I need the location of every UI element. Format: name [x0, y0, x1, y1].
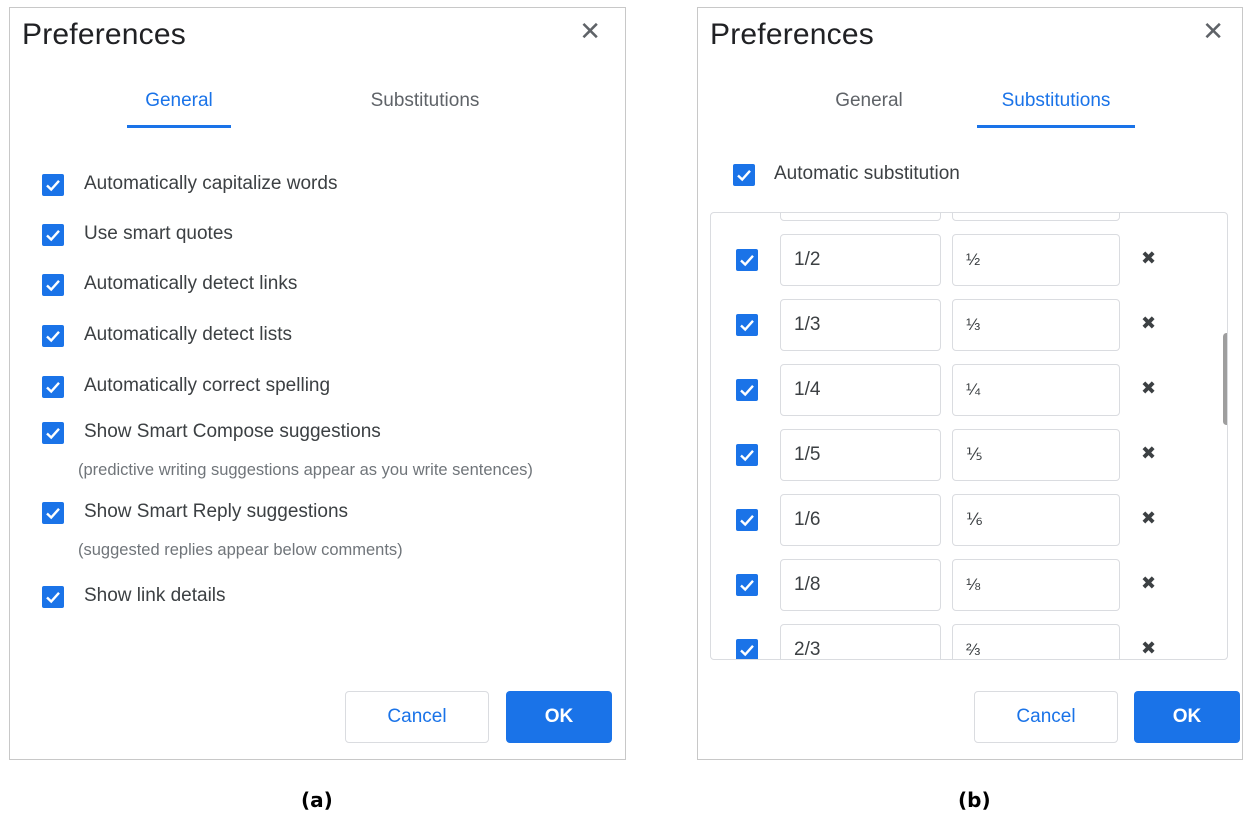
option-checkbox[interactable]: [42, 274, 64, 296]
option-checkbox[interactable]: [42, 586, 64, 608]
option-label: Show Smart Reply suggestions: [84, 501, 349, 522]
substitution-row: 2/3 ⅔ ✖: [711, 624, 1227, 659]
caption-b: (b): [958, 788, 991, 812]
preferences-dialog-general: Preferences ✕ General Substitutions Auto…: [9, 7, 626, 760]
automatic-substitution-checkbox[interactable]: [733, 164, 755, 186]
replace-field[interactable]: 1/5: [780, 429, 941, 481]
replace-field[interactable]: 1/6: [780, 494, 941, 546]
option-checkbox[interactable]: [42, 174, 64, 196]
option-description: (suggested replies appear below comments…: [78, 541, 403, 559]
check-icon: [46, 427, 60, 440]
with-field[interactable]: ½: [952, 234, 1120, 286]
option-label: Automatically detect lists: [84, 324, 293, 345]
check-icon: [737, 169, 751, 182]
delete-icon[interactable]: ✖: [1141, 378, 1156, 399]
option-label: Show Smart Compose suggestions: [84, 421, 381, 442]
check-icon: [740, 579, 754, 592]
option-checkbox[interactable]: [42, 224, 64, 246]
caption-a: (a): [301, 788, 333, 812]
option-description: (predictive writing suggestions appear a…: [78, 461, 533, 479]
with-field[interactable]: ⅕: [952, 429, 1120, 481]
close-icon[interactable]: ✕: [1202, 18, 1224, 44]
replace-field[interactable]: [780, 213, 941, 221]
tab-general[interactable]: General: [818, 90, 920, 112]
active-tab-indicator: [127, 125, 231, 128]
substitution-list[interactable]: 1/2 ½ ✖ 1/3 ⅓ ✖ 1/4 ¼ ✖ 1/5 ⅕ ✖ 1/6 ⅙ ✖ 1/8 ⅛ ✖ 2/3 ⅔ ✖: [710, 212, 1228, 660]
row-checkbox[interactable]: [736, 509, 758, 531]
row-checkbox[interactable]: [736, 639, 758, 659]
check-icon: [46, 229, 60, 242]
active-tab-indicator: [977, 125, 1135, 128]
option-checkbox[interactable]: [42, 502, 64, 524]
scrollbar[interactable]: [1223, 333, 1227, 425]
row-checkbox[interactable]: [736, 574, 758, 596]
option-checkbox[interactable]: [42, 422, 64, 444]
substitution-row: 1/4 ¼ ✖: [711, 364, 1227, 422]
row-checkbox[interactable]: [736, 249, 758, 271]
replace-field[interactable]: 1/4: [780, 364, 941, 416]
check-icon: [740, 384, 754, 397]
check-icon: [46, 279, 60, 292]
check-icon: [740, 449, 754, 462]
delete-icon[interactable]: ✖: [1141, 313, 1156, 334]
delete-icon[interactable]: ✖: [1141, 573, 1156, 594]
check-icon: [46, 179, 60, 192]
check-icon: [740, 514, 754, 527]
option-label: Use smart quotes: [84, 223, 233, 244]
tab-general[interactable]: General: [128, 90, 230, 112]
option-label: Show link details: [84, 585, 226, 606]
check-icon: [46, 381, 60, 394]
with-field[interactable]: ⅔: [952, 624, 1120, 659]
check-icon: [740, 319, 754, 332]
replace-field[interactable]: 2/3: [780, 624, 941, 659]
row-checkbox[interactable]: [736, 444, 758, 466]
close-icon[interactable]: ✕: [579, 18, 601, 44]
dialog-title: Preferences: [710, 18, 874, 51]
delete-icon[interactable]: ✖: [1141, 248, 1156, 269]
dialog-title: Preferences: [22, 18, 186, 51]
option-label: Automatically correct spelling: [84, 375, 331, 396]
ok-button[interactable]: OK: [506, 691, 612, 743]
option-checkbox[interactable]: [42, 376, 64, 398]
check-icon: [740, 644, 754, 657]
check-icon: [46, 591, 60, 604]
tab-substitutions[interactable]: Substitutions: [350, 90, 500, 112]
with-field[interactable]: ¼: [952, 364, 1120, 416]
preferences-dialog-substitutions: Preferences ✕ General Substitutions Auto…: [697, 7, 1243, 760]
tab-substitutions[interactable]: Substitutions: [978, 90, 1134, 112]
check-icon: [46, 330, 60, 343]
substitution-row: 1/6 ⅙ ✖: [711, 494, 1227, 552]
replace-field[interactable]: 1/2: [780, 234, 941, 286]
cancel-button[interactable]: Cancel: [345, 691, 489, 743]
option-checkbox[interactable]: [42, 325, 64, 347]
replace-field[interactable]: 1/8: [780, 559, 941, 611]
option-label: Automatically capitalize words: [84, 173, 338, 194]
automatic-substitution-label: Automatic substitution: [774, 163, 960, 184]
with-field[interactable]: ⅙: [952, 494, 1120, 546]
option-label: Automatically detect links: [84, 273, 298, 294]
replace-field[interactable]: 1/3: [780, 299, 941, 351]
substitution-row: 1/3 ⅓ ✖: [711, 299, 1227, 357]
check-icon: [46, 507, 60, 520]
delete-icon[interactable]: ✖: [1141, 638, 1156, 659]
cancel-button[interactable]: Cancel: [974, 691, 1118, 743]
substitution-row: 1/8 ⅛ ✖: [711, 559, 1227, 617]
delete-icon[interactable]: ✖: [1141, 508, 1156, 529]
with-field[interactable]: [952, 213, 1120, 221]
substitution-row: 1/5 ⅕ ✖: [711, 429, 1227, 487]
with-field[interactable]: ⅓: [952, 299, 1120, 351]
row-checkbox[interactable]: [736, 314, 758, 336]
substitution-row: 1/2 ½ ✖: [711, 234, 1227, 292]
row-checkbox[interactable]: [736, 379, 758, 401]
check-icon: [740, 254, 754, 267]
delete-icon[interactable]: ✖: [1141, 443, 1156, 464]
with-field[interactable]: ⅛: [952, 559, 1120, 611]
ok-button[interactable]: OK: [1134, 691, 1240, 743]
